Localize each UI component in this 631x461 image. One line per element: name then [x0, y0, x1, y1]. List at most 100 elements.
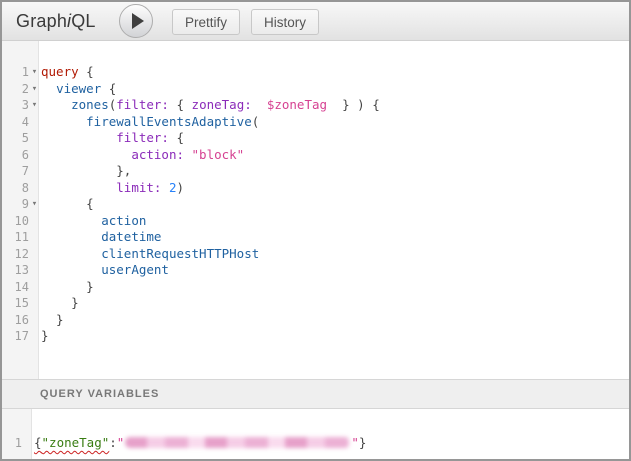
- fold-gutter-spacer: [29, 262, 40, 279]
- query-editor[interactable]: 1▾query {2▾ viewer {3▾ zones(filter: { z…: [2, 41, 629, 379]
- fold-gutter-spacer: [29, 213, 40, 230]
- code-text: {"zoneTag":""}: [33, 435, 366, 452]
- logo-text-graph: Graph: [16, 11, 67, 31]
- variables-code-lines: 1{"zoneTag":""}: [2, 435, 629, 452]
- token-pun: }: [41, 312, 64, 327]
- code-line: 7 },: [2, 163, 629, 180]
- token-pun: [41, 130, 116, 145]
- fold-gutter-spacer: [29, 163, 40, 180]
- fold-gutter-spacer: [29, 312, 40, 329]
- code-line: 1{"zoneTag":""}: [2, 435, 629, 452]
- token-pun: }: [41, 295, 79, 310]
- code-line: 11 datetime: [2, 229, 629, 246]
- code-line: 13 userAgent: [2, 262, 629, 279]
- fold-gutter-spacer: [22, 435, 33, 452]
- code-text: viewer {: [40, 81, 116, 98]
- token-pun: [41, 262, 101, 277]
- token-pun: [41, 81, 56, 96]
- line-number: 11: [2, 229, 29, 246]
- prettify-button[interactable]: Prettify: [172, 9, 240, 35]
- code-line: 16 }: [2, 312, 629, 329]
- token-pun: {: [79, 64, 94, 79]
- token-prop: firewallEventsAdaptive: [86, 114, 252, 129]
- fold-gutter-spacer: [29, 147, 40, 164]
- token-attr: zoneTag:: [192, 97, 252, 112]
- code-text: userAgent: [40, 262, 169, 279]
- line-number: 15: [2, 295, 29, 312]
- token-str: "block": [192, 147, 245, 162]
- code-line: 1▾query {: [2, 64, 629, 81]
- code-line: 6 action: "block": [2, 147, 629, 164]
- token-attr: filter:: [116, 97, 169, 112]
- token-pun: {: [101, 81, 116, 96]
- line-number: 12: [2, 246, 29, 263]
- code-text: firewallEventsAdaptive(: [40, 114, 259, 131]
- fold-gutter-spacer: [29, 246, 40, 263]
- token-attr: limit:: [116, 180, 161, 195]
- code-text: action: "block": [40, 147, 244, 164]
- execute-query-button[interactable]: [119, 4, 153, 38]
- token-pun: [41, 97, 71, 112]
- line-number: 6: [2, 147, 29, 164]
- fold-arrow-icon[interactable]: ▾: [29, 81, 40, 98]
- token-prop: datetime: [101, 229, 161, 244]
- code-text: query {: [40, 64, 94, 81]
- code-text: }: [40, 279, 94, 296]
- token-pun: ): [176, 180, 184, 195]
- fold-arrow-icon[interactable]: ▾: [29, 196, 40, 213]
- history-button[interactable]: History: [251, 9, 319, 35]
- token-pun: [252, 97, 267, 112]
- token-str: ": [351, 435, 359, 450]
- code-line: 15 }: [2, 295, 629, 312]
- token-key: "zoneTag": [42, 435, 110, 450]
- code-line: 9▾ {: [2, 196, 629, 213]
- code-text: filter: {: [40, 130, 184, 147]
- token-prop: zones: [71, 97, 109, 112]
- line-number: 9: [2, 196, 29, 213]
- token-pun: [41, 246, 101, 261]
- code-line: 14 }: [2, 279, 629, 296]
- fold-arrow-icon[interactable]: ▾: [29, 64, 40, 81]
- variables-editor[interactable]: 1{"zoneTag":""}: [2, 409, 629, 459]
- code-text: {: [40, 196, 94, 213]
- query-code-lines: 1▾query {2▾ viewer {3▾ zones(filter: { z…: [2, 64, 629, 345]
- token-attr: filter:: [116, 130, 169, 145]
- line-number: 14: [2, 279, 29, 296]
- logo-text-ql: QL: [71, 11, 95, 31]
- token-pun: [184, 147, 192, 162]
- variables-line-number-gutter: [2, 409, 32, 459]
- token-pun: }: [359, 435, 367, 450]
- token-attr: action:: [131, 147, 184, 162]
- token-pun: [41, 147, 131, 162]
- token-pun: [41, 213, 101, 228]
- line-number: 8: [2, 180, 29, 197]
- fold-gutter-spacer: [29, 114, 40, 131]
- token-pun: {: [34, 435, 42, 450]
- token-pun: {: [169, 97, 192, 112]
- code-text: action: [40, 213, 146, 230]
- line-number: 17: [2, 328, 29, 345]
- token-var: $zoneTag: [267, 97, 327, 112]
- play-icon: [132, 13, 144, 29]
- code-line: 12 clientRequestHTTPHost: [2, 246, 629, 263]
- toolbar: GraphiQL Prettify History: [2, 2, 629, 41]
- token-prop: action: [101, 213, 146, 228]
- line-number: 13: [2, 262, 29, 279]
- code-text: }: [40, 328, 49, 345]
- line-number: 10: [2, 213, 29, 230]
- fold-arrow-icon[interactable]: ▾: [29, 97, 40, 114]
- code-line: 5 filter: {: [2, 130, 629, 147]
- token-pun: :: [109, 435, 117, 450]
- line-number: 3: [2, 97, 29, 114]
- query-variables-header[interactable]: QUERY VARIABLES: [2, 379, 629, 409]
- line-number: 16: [2, 312, 29, 329]
- token-pun: (: [252, 114, 260, 129]
- token-pun: [161, 180, 169, 195]
- query-variables-title: QUERY VARIABLES: [40, 388, 159, 400]
- token-prop: clientRequestHTTPHost: [101, 246, 259, 261]
- code-text: }: [40, 312, 64, 329]
- code-line: 10 action: [2, 213, 629, 230]
- code-text: zones(filter: { zoneTag: $zoneTag } ) {: [40, 97, 380, 114]
- token-str: ": [117, 435, 125, 450]
- token-pun: [41, 229, 101, 244]
